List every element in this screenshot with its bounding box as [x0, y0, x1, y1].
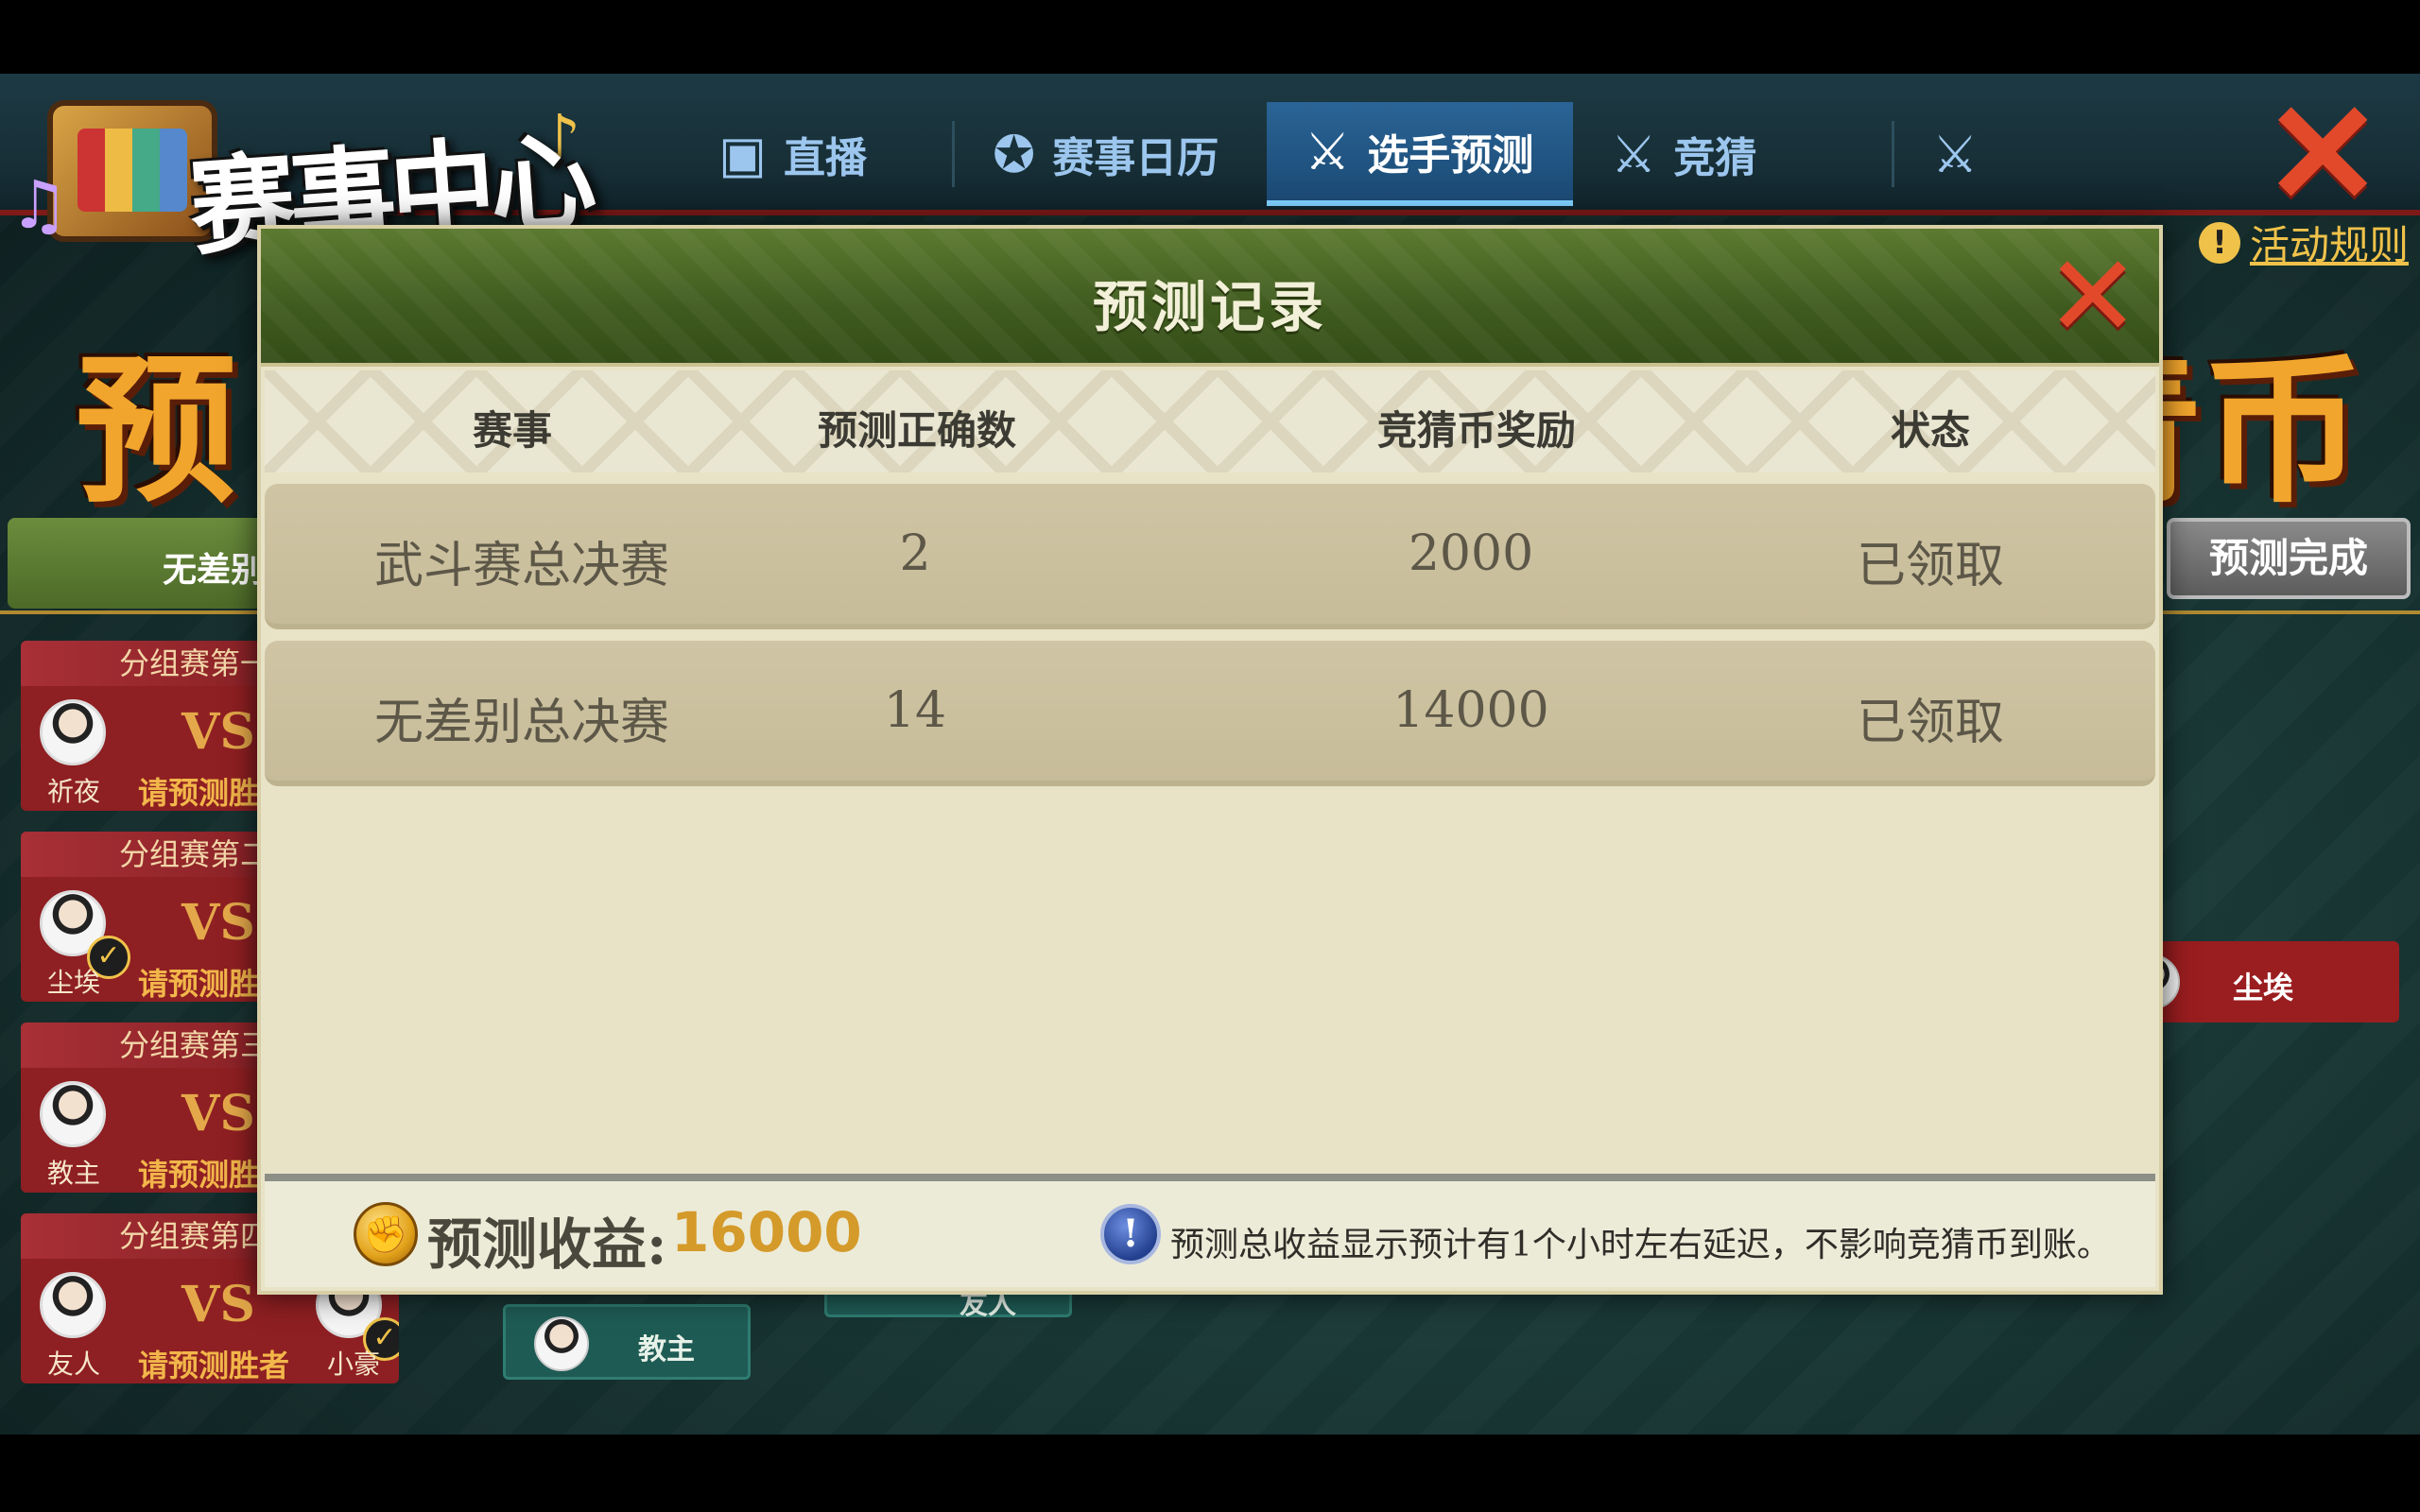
player-name: 小豪	[327, 1349, 381, 1380]
coin-icon: ✊	[354, 1202, 418, 1266]
correct-count: 2	[899, 525, 931, 582]
vs-label: VS	[182, 894, 255, 952]
bracket-player-name: 教主	[638, 1333, 695, 1366]
delay-notice: 预测总收益显示预计有1个小时左右延迟，不影响竞猜币到账。	[1170, 1226, 2111, 1264]
vs-label: VS	[182, 703, 255, 761]
exclamation-icon: !	[2198, 221, 2240, 264]
avatar	[534, 1316, 589, 1371]
ninja-run-icon: ⚔	[1305, 121, 1351, 181]
table-header: 赛事 预测正确数 竞猜币奖励 状态	[265, 370, 2155, 472]
avatar	[40, 699, 106, 765]
status-label: 已领取	[1856, 695, 2005, 751]
rules-label: 活动规则	[2249, 222, 2409, 268]
ninja-run-icon: ⚔	[1611, 124, 1657, 184]
nav-tabs: ▣ 直播 ✪ 赛事日历 ⚔ 选手预测 ⚔ 竞猜 ⚔	[681, 102, 2008, 206]
event-name: 武斗赛总决赛	[373, 538, 670, 594]
player-name: 尘埃	[47, 967, 101, 998]
pick-winner-prompt: 请预测胜者	[138, 1348, 290, 1383]
tab-label: 赛事日历	[1052, 134, 1219, 182]
banner-title-left: 预	[76, 336, 237, 525]
tab-live[interactable]: ▣ 直播	[681, 102, 955, 206]
bracket-slot-right[interactable]: 尘埃	[2125, 941, 2399, 1022]
table-row: 无差别总决赛 14 14000 已领取	[265, 641, 2155, 786]
pick-winner-prompt: 请预测胜	[138, 966, 260, 1002]
player-name: 祈夜	[47, 776, 101, 807]
tab-more[interactable]: ⚔	[1894, 102, 2008, 206]
tab-label: 竞猜	[1673, 134, 1757, 182]
close-icon[interactable]: ✕	[2045, 241, 2140, 354]
column-header-reward: 竞猜币奖励	[1376, 407, 1577, 454]
modal-header: 预测记录 ✕	[261, 229, 2159, 367]
column-header-status: 状态	[1890, 407, 1971, 454]
tv-icon: ▣	[718, 124, 768, 184]
status-label: 已领取	[1856, 538, 2005, 594]
pick-winner-prompt: 请预测胜	[138, 775, 260, 811]
info-icon: !	[1100, 1204, 1161, 1264]
tab-player-prediction[interactable]: ⚔ 选手预测	[1267, 102, 1573, 206]
avatar	[40, 1272, 106, 1338]
prediction-done-button[interactable]: 预测完成	[2167, 518, 2411, 599]
tab-label: 直播	[784, 134, 868, 182]
tab-calendar[interactable]: ✪ 赛事日历	[955, 102, 1267, 206]
top-nav-bar: ♫ ♪ 赛事中心 ▣ 直播 ✪ 赛事日历 ⚔ 选手预测 ⚔ 竞猜 ⚔ ✕	[0, 74, 2420, 271]
star-circle-icon: ✪	[993, 124, 1036, 184]
player-name: 教主	[47, 1158, 101, 1189]
avatar	[40, 1081, 106, 1147]
tab-betting[interactable]: ⚔ 竞猜	[1573, 102, 1894, 206]
player-name: 友人	[47, 1349, 101, 1380]
subtab-open-class[interactable]: 无差别	[8, 518, 263, 609]
reward-amount: 14000	[1392, 682, 1549, 739]
vs-label: VS	[182, 1276, 255, 1333]
reward-amount: 2000	[1408, 525, 1534, 582]
table-row: 武斗赛总决赛 2 2000 已领取	[265, 484, 2155, 629]
bracket-slot[interactable]: 教主	[503, 1304, 751, 1380]
income-value: 16000	[671, 1200, 862, 1264]
ninja-run-icon: ⚔	[1932, 124, 1979, 184]
event-name: 无差别总决赛	[373, 695, 670, 751]
music-note-icon: ♫	[9, 166, 69, 244]
prediction-record-modal: 预测记录 ✕ 赛事 预测正确数 竞猜币奖励 状态 武斗赛总决赛 2 2000 已…	[257, 225, 2163, 1295]
vs-label: VS	[182, 1085, 255, 1143]
game-stage: ♫ ♪ 赛事中心 ▣ 直播 ✪ 赛事日历 ⚔ 选手预测 ⚔ 竞猜 ⚔ ✕ ! 活…	[0, 74, 2420, 1435]
column-header-event: 赛事	[472, 407, 553, 454]
income-label: 预测收益:	[427, 1212, 667, 1277]
activity-rules-link[interactable]: ! 活动规则	[2198, 214, 2409, 271]
modal-title: 预测记录	[1092, 275, 1327, 339]
column-header-correct: 预测正确数	[817, 407, 1017, 454]
tab-label: 选手预测	[1367, 131, 1534, 180]
bracket-player-name: 尘埃	[2233, 970, 2294, 1005]
modal-footer: ✊ 预测收益: 16000 ! 预测总收益显示预计有1个小时左右延迟，不影响竞猜…	[265, 1174, 2155, 1287]
close-icon[interactable]: ✕	[2263, 83, 2382, 225]
correct-count: 14	[883, 682, 947, 739]
pick-winner-prompt: 请预测胜	[138, 1157, 260, 1193]
